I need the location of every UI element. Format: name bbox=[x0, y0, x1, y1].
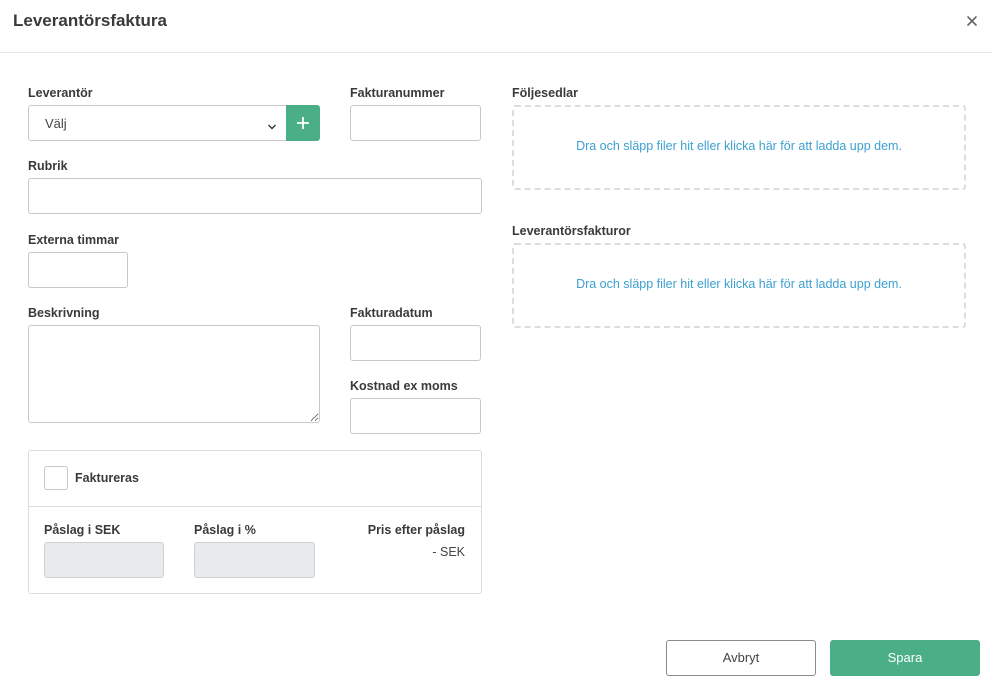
paslag-pct-label: Påslag i % bbox=[194, 523, 256, 537]
leverantorsfakturor-label: Leverantörsfakturor bbox=[512, 224, 631, 238]
faktureras-label: Faktureras bbox=[75, 471, 139, 485]
cancel-button[interactable]: Avbryt bbox=[666, 640, 816, 676]
add-leverantor-button[interactable] bbox=[286, 105, 320, 141]
externa-timmar-input[interactable] bbox=[28, 252, 128, 288]
paslag-pct-input[interactable] bbox=[194, 542, 315, 578]
leverantor-select[interactable]: Välj bbox=[28, 105, 287, 141]
leverantor-label: Leverantör bbox=[28, 86, 93, 100]
foljesedlar-dropzone-hint: Dra och släpp filer hit eller klicka här… bbox=[576, 139, 902, 153]
save-button[interactable]: Spara bbox=[830, 640, 980, 676]
faktureras-checkbox[interactable] bbox=[44, 466, 68, 490]
plus-icon bbox=[297, 117, 309, 129]
leverantorsfakturor-dropzone-hint: Dra och släpp filer hit eller klicka här… bbox=[576, 277, 902, 291]
beskrivning-label: Beskrivning bbox=[28, 306, 100, 320]
paslag-sek-input[interactable] bbox=[44, 542, 164, 578]
kostnad-input[interactable] bbox=[350, 398, 481, 434]
dialog-header: Leverantörsfaktura bbox=[0, 0, 992, 53]
fakturadatum-label: Fakturadatum bbox=[350, 306, 433, 320]
rubrik-label: Rubrik bbox=[28, 159, 68, 173]
pris-efter-paslag-value: - SEK bbox=[432, 545, 465, 559]
paslag-sek-label: Påslag i SEK bbox=[44, 523, 121, 537]
rubrik-input[interactable] bbox=[28, 178, 482, 214]
fakturanummer-label: Fakturanummer bbox=[350, 86, 445, 100]
leverantor-selected-value: Välj bbox=[45, 116, 67, 131]
faktureras-panel: Faktureras Påslag i SEK Påslag i % Pris … bbox=[28, 450, 482, 594]
close-icon[interactable] bbox=[965, 14, 979, 28]
divider bbox=[29, 506, 481, 507]
fakturanummer-input[interactable] bbox=[350, 105, 481, 141]
fakturadatum-input[interactable] bbox=[350, 325, 481, 361]
chevron-down-icon bbox=[267, 119, 277, 130]
kostnad-label: Kostnad ex moms bbox=[350, 379, 458, 393]
pris-efter-paslag-label: Pris efter påslag bbox=[367, 523, 465, 537]
foljesedlar-label: Följesedlar bbox=[512, 86, 578, 100]
foljesedlar-dropzone[interactable]: Dra och släpp filer hit eller klicka här… bbox=[512, 105, 966, 190]
externa-timmar-label: Externa timmar bbox=[28, 233, 120, 247]
leverantorsfakturor-dropzone[interactable]: Dra och släpp filer hit eller klicka här… bbox=[512, 243, 966, 328]
dialog-title: Leverantörsfaktura bbox=[13, 11, 168, 30]
beskrivning-textarea[interactable] bbox=[28, 325, 320, 423]
